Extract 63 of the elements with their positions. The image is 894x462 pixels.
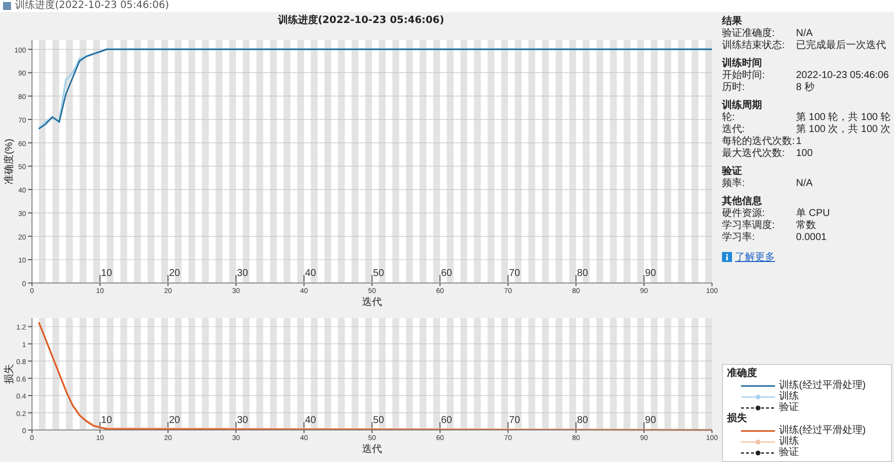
info-value: 1 bbox=[796, 136, 803, 148]
legend-title: 损失 bbox=[727, 413, 748, 425]
section-title: 训练时间 bbox=[722, 58, 763, 70]
info-label: 开始时间: bbox=[722, 70, 766, 82]
section-title: 结果 bbox=[722, 16, 743, 28]
annotation: 50 bbox=[373, 268, 385, 279]
annotation: 90 bbox=[645, 415, 657, 426]
info-label: 历时: bbox=[722, 82, 746, 94]
info-value: 单 CPU bbox=[796, 208, 831, 220]
info-label: 最大迭代次数: bbox=[722, 148, 786, 160]
app-icon bbox=[3, 2, 11, 10]
info-label: 学习率: bbox=[722, 232, 756, 244]
info-value: 常数 bbox=[796, 220, 817, 232]
annotation: 90 bbox=[645, 268, 657, 279]
info-value: 2022-10-23 05:46:06 bbox=[796, 70, 890, 82]
annotation: 70 bbox=[509, 268, 521, 279]
info-icon bbox=[722, 252, 732, 262]
annotation: 80 bbox=[577, 415, 589, 426]
x-axis-title: 迭代 bbox=[362, 444, 382, 455]
legend-title: 准确度 bbox=[727, 368, 758, 380]
annotation: 50 bbox=[373, 415, 385, 426]
info-label: 频率: bbox=[722, 178, 746, 190]
info-value: 8 秒 bbox=[796, 82, 816, 94]
info-value: 0.0001 bbox=[796, 232, 828, 244]
annotation: 30 bbox=[237, 415, 249, 426]
chart-heading: 训练进度(2022-10-23 05:46:06) bbox=[276, 14, 446, 28]
annotation: 80 bbox=[577, 268, 589, 279]
info-value: N/A bbox=[796, 178, 814, 190]
info-value: 100 bbox=[796, 148, 814, 160]
annotation: 10 bbox=[101, 268, 113, 279]
info-value: 第 100 轮，共 100 轮 bbox=[796, 112, 892, 124]
annotation: 40 bbox=[305, 415, 317, 426]
legend-label: 训练 bbox=[779, 436, 799, 447]
info-label: 学习率调度: bbox=[722, 220, 776, 232]
section-title: 其他信息 bbox=[722, 196, 763, 208]
info-label: 验证准确度: bbox=[722, 28, 776, 40]
legend-label: 训练(经过平滑处理) bbox=[779, 380, 866, 391]
annotation: 70 bbox=[509, 415, 521, 426]
info-value: 已完成最后一次迭代 bbox=[796, 40, 887, 52]
info-label: 硬件资源: bbox=[722, 208, 766, 220]
learn-more-link[interactable]: 了解更多 bbox=[735, 250, 775, 264]
section-title: 训练周期 bbox=[722, 100, 763, 112]
section-title: 验证 bbox=[722, 166, 743, 178]
info-label: 迭代: bbox=[722, 124, 746, 136]
y-axis-title: 准确度(%) bbox=[4, 138, 15, 184]
info-label: 轮: bbox=[722, 112, 736, 124]
annotation: 20 bbox=[169, 415, 181, 426]
annotation: 60 bbox=[441, 268, 453, 279]
y-axis-title: 损失 bbox=[4, 364, 15, 384]
legend-label: 训练(经过平滑处理) bbox=[779, 425, 866, 436]
annotation: 60 bbox=[441, 415, 453, 426]
info-value: 第 100 次，共 100 次 bbox=[796, 124, 892, 136]
legend-label: 训练 bbox=[779, 391, 799, 402]
info-value: N/A bbox=[796, 28, 814, 40]
annotation: 30 bbox=[237, 268, 249, 279]
annotation: 40 bbox=[305, 268, 317, 279]
annotation: 10 bbox=[101, 415, 113, 426]
legend-label: 验证 bbox=[779, 447, 799, 458]
legend-label: 验证 bbox=[779, 402, 799, 413]
info-label: 每轮的迭代次数: bbox=[722, 136, 796, 148]
x-axis-title: 迭代 bbox=[362, 297, 382, 308]
info-label: 训练结束状态: bbox=[722, 40, 786, 52]
annotation: 20 bbox=[169, 268, 181, 279]
